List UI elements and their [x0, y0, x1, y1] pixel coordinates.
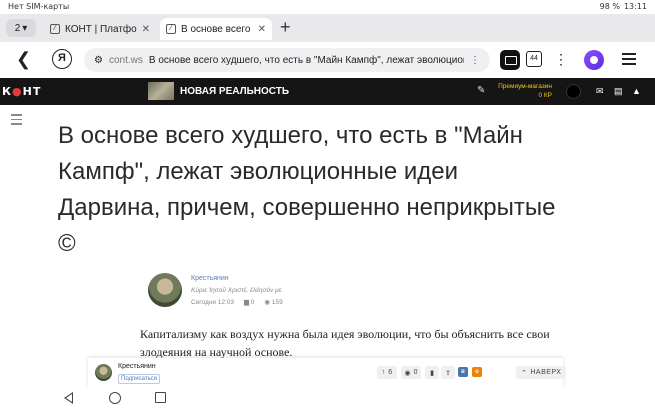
comments-counter[interactable]: ▆ 0	[244, 298, 254, 306]
tab-title: КОНТ | Платформа	[65, 23, 137, 35]
subscribe-button[interactable]: Подписаться	[118, 374, 160, 384]
channel-name[interactable]: НОВАЯ РЕАЛЬНОСТЬ	[180, 86, 289, 97]
author-motto: Κύριε Ἰησοῦ Χριστέ, ἐλέησόν με	[191, 287, 282, 294]
user-avatar[interactable]	[566, 84, 581, 99]
page-favicon-icon: ⁄	[50, 24, 60, 34]
browser-menu-icon[interactable]: ⋮	[554, 50, 568, 68]
bookmark-icon: ▮	[430, 369, 434, 377]
site-header: К●НТ НОВАЯ РЕАЛЬНОСТЬ ✎ Премиум-магазин …	[0, 78, 655, 105]
tab-current-article[interactable]: ⁄ В основе всего ху ✕	[160, 18, 272, 40]
premium-label: Премиум-магазин	[498, 83, 552, 90]
close-icon[interactable]: ✕	[258, 24, 266, 35]
side-menu-icon[interactable]	[11, 114, 22, 128]
article-title: В основе всего худшего, что есть в "Майн…	[58, 122, 556, 257]
tab-title: В основе всего ху	[181, 23, 253, 35]
comments-count: 0	[250, 299, 255, 306]
tab-strip: 2 ▾ ⁄ КОНТ | Платформа ✕ ⁄ В основе всег…	[0, 14, 655, 42]
author-name[interactable]: Крестьянин	[118, 363, 156, 370]
logo-suffix: НТ	[22, 85, 42, 98]
mail-icon[interactable]: ✉	[596, 86, 604, 97]
comment-count: 0	[413, 369, 418, 376]
bell-icon[interactable]: ▲	[632, 86, 641, 96]
sticky-author-bar: Крестьянин Подписаться ↑ 6 ◉ 0 ▮ ⇪ в о ⌃ НА…	[88, 358, 567, 388]
system-nav-bar	[0, 388, 655, 409]
new-tab-button[interactable]: +	[280, 17, 291, 37]
site-logo[interactable]: К●НТ	[2, 85, 41, 98]
share-button[interactable]: ⇪	[441, 366, 455, 379]
chat-icon[interactable]: ▤	[614, 86, 623, 97]
eye-icon: ◉	[404, 369, 411, 377]
article-meta: Сегодня 12:03 ▆ 0 ◉ 159	[191, 298, 283, 307]
chevron-down-icon: ▾	[22, 22, 28, 34]
comment-icon: ▆	[243, 299, 249, 306]
status-right: 98 % 13:11	[600, 2, 647, 11]
battery-level: 98 %	[599, 2, 620, 11]
author-avatar[interactable]	[148, 273, 182, 307]
hamburger-menu-icon[interactable]	[622, 53, 636, 68]
comments-button[interactable]: ◉ 0	[401, 366, 421, 379]
address-row: ❮ Я ⚙ cont.ws В основе всего худшего, чт…	[0, 42, 655, 78]
nav-recents-icon[interactable]	[155, 392, 166, 403]
ok-share-icon[interactable]: о	[472, 367, 482, 377]
premium-shop-link[interactable]: Премиум-магазин 0 КР	[495, 82, 552, 100]
arrow-up-icon: ↑	[381, 369, 386, 376]
scroll-top-button[interactable]: ⌃ НАВЕРХ	[516, 366, 567, 379]
reader-mode-icon[interactable]	[500, 50, 520, 70]
tabs-overview-button[interactable]: 44	[526, 51, 542, 67]
pencil-icon[interactable]: ✎	[477, 85, 485, 96]
views-counter: ◉ 159	[264, 298, 282, 306]
article-body: Капитализму как воздух нужна была идея э…	[140, 327, 550, 359]
bookmark-button[interactable]: ▮	[425, 366, 439, 379]
url-domain: cont.ws	[108, 54, 143, 66]
upvote-button[interactable]: ↑ 6	[377, 366, 397, 379]
logo-dot: ●	[12, 85, 23, 98]
tab-count-button[interactable]: 2 ▾	[6, 19, 36, 37]
caret-up-icon: ⌃	[521, 369, 528, 377]
logo-prefix: К	[2, 85, 12, 98]
nav-back-icon[interactable]	[64, 392, 73, 404]
author-name[interactable]: Крестьянин	[191, 275, 229, 282]
eye-icon: ◉	[264, 299, 271, 306]
carrier-status: Нет SIM-карты	[8, 2, 70, 11]
publish-date: Сегодня 12:03	[191, 298, 234, 306]
page-favicon-icon: ⁄	[166, 24, 176, 34]
clock: 13:11	[623, 2, 647, 11]
nav-home-icon[interactable]	[109, 392, 121, 404]
settings-sliders-icon[interactable]: ⚙	[94, 55, 103, 66]
views-count: 159	[271, 299, 283, 306]
tab-kont-platform[interactable]: ⁄ КОНТ | Платформа ✕	[44, 18, 156, 40]
yandex-logo-icon[interactable]: Я	[52, 49, 72, 69]
close-icon[interactable]: ✕	[142, 24, 150, 35]
share-icon: ⇪	[445, 369, 451, 377]
status-bar: Нет SIM-карты 98 % 13:11	[0, 0, 655, 14]
upvote-count: 6	[388, 369, 393, 376]
tab-count: 2	[14, 22, 21, 34]
channel-thumbnail[interactable]	[148, 82, 174, 100]
more-dots-icon[interactable]: ⋮	[470, 55, 490, 66]
vk-share-icon[interactable]: в	[458, 367, 468, 377]
url-page-title: В основе всего худшего, что есть в "Майн…	[148, 54, 464, 66]
premium-balance: 0 КР	[538, 92, 552, 99]
scroll-top-label: НАВЕРХ	[530, 369, 562, 376]
alice-assistant-icon[interactable]	[584, 50, 604, 70]
back-arrow-icon[interactable]: ❮	[16, 50, 31, 68]
author-avatar[interactable]	[95, 364, 112, 381]
address-bar[interactable]: ⚙ cont.ws В основе всего худшего, что ес…	[84, 48, 490, 72]
